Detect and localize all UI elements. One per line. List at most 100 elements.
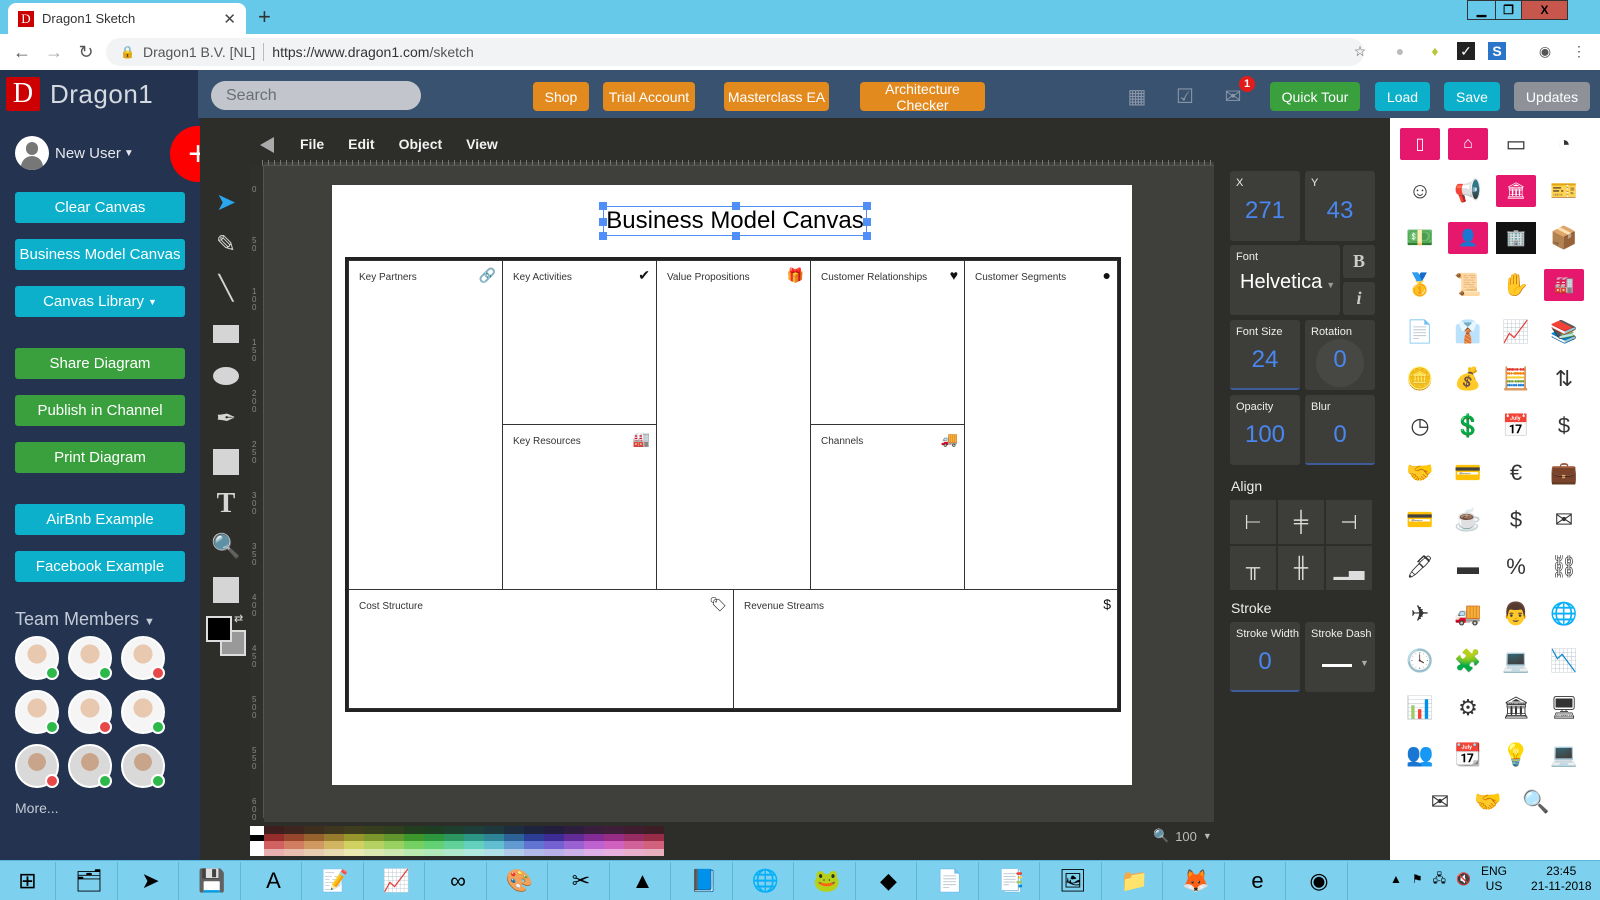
ellipse-icon[interactable] — [212, 362, 240, 390]
color-swatch[interactable] — [524, 841, 544, 849]
color-swatch[interactable] — [624, 848, 644, 856]
network-icon[interactable]: 🖧 — [1433, 869, 1446, 890]
monitor-icon[interactable]: 🖥 — [1544, 692, 1584, 724]
card-icon[interactable]: 💳 — [1448, 457, 1488, 489]
language-indicator[interactable]: ENG US — [1481, 864, 1507, 894]
pen-icon[interactable]: ✒ — [212, 404, 240, 432]
color-swatch[interactable] — [544, 841, 564, 849]
close-window-button[interactable]: X — [1521, 0, 1568, 20]
masterclass-ea-button[interactable]: Masterclass EA — [724, 82, 829, 111]
team-member-avatar[interactable] — [121, 636, 165, 680]
internet-explorer-icon[interactable]: e — [1230, 862, 1286, 900]
resize-handle[interactable] — [732, 232, 740, 240]
color-swatch[interactable] — [424, 848, 444, 856]
coffee-icon[interactable]: ☕ — [1448, 504, 1488, 536]
align-left-icon[interactable]: ⊢ — [1230, 500, 1276, 544]
color-swatch[interactable] — [284, 833, 304, 841]
text-icon[interactable]: T — [212, 488, 240, 519]
team-member-avatar[interactable] — [121, 690, 165, 734]
color-swatch[interactable] — [304, 833, 324, 841]
resize-handle[interactable] — [863, 218, 871, 226]
team-member-avatar[interactable] — [68, 636, 112, 680]
color-swatch[interactable] — [464, 826, 484, 834]
color-palette[interactable] — [250, 826, 666, 856]
clock[interactable]: 23:45 21-11-2018 — [1531, 864, 1592, 894]
color-swatch[interactable] — [284, 826, 304, 834]
no-color-swatch[interactable] — [250, 826, 264, 856]
color-swatch[interactable] — [504, 833, 524, 841]
color-swatch[interactable] — [584, 826, 604, 834]
virtualbox-icon[interactable]: ◆ — [861, 862, 917, 900]
notepad2-icon[interactable]: 📘 — [677, 862, 733, 900]
color-swatch[interactable] — [644, 848, 664, 856]
restore-button[interactable]: ❐ — [1495, 0, 1522, 20]
print-diagram-button[interactable]: Print Diagram — [15, 442, 185, 473]
shop-button[interactable]: Shop — [533, 82, 589, 111]
reload-icon[interactable]: ↻ — [70, 42, 102, 63]
firefox-icon[interactable]: 🦊 — [1169, 862, 1225, 900]
profile-icon[interactable]: ◉ — [1536, 42, 1554, 60]
bold-button[interactable]: B — [1343, 245, 1375, 278]
powershell-icon[interactable]: ➤ — [123, 862, 179, 900]
color-swatch[interactable] — [404, 848, 424, 856]
calendar-icon[interactable]: 📅 — [1496, 410, 1536, 442]
browser-menu-icon[interactable]: ⋮ — [1570, 42, 1588, 60]
visual-studio-icon[interactable]: ∞ — [431, 862, 487, 900]
trial-account-button[interactable]: Trial Account — [603, 82, 695, 111]
color-swatch[interactable] — [524, 848, 544, 856]
cell-key-resources[interactable]: Key Resources 🏭 — [502, 424, 657, 590]
team-icon[interactable]: 👥 — [1400, 739, 1440, 771]
facebook-example-button[interactable]: Facebook Example — [15, 551, 185, 582]
cell-customer-segments[interactable]: Customer Segments ● — [964, 260, 1118, 590]
color-swatch[interactable] — [464, 833, 484, 841]
color-swatch[interactable] — [484, 833, 504, 841]
color-swatch[interactable] — [484, 848, 504, 856]
font-size-field[interactable]: Font Size 24 — [1230, 320, 1300, 390]
menu-view[interactable]: View — [466, 136, 498, 152]
color-swatch[interactable] — [304, 841, 324, 849]
resize-handle[interactable] — [863, 202, 871, 210]
font-select[interactable]: Font Helvetica ▼ — [1230, 245, 1340, 315]
capitol-icon[interactable]: 🏛 — [1496, 175, 1536, 207]
laptop-icon[interactable]: 💻 — [1496, 645, 1536, 677]
clock-icon[interactable]: 🕓 — [1400, 645, 1440, 677]
search-input[interactable] — [211, 81, 421, 110]
color-swatch[interactable] — [384, 848, 404, 856]
color-swatch[interactable] — [544, 848, 564, 856]
network-icon[interactable]: 🌐 — [738, 862, 794, 900]
color-swatch[interactable] — [604, 826, 624, 834]
openoffice-icon[interactable]: 📑 — [984, 862, 1040, 900]
gears-icon[interactable]: ⚙ — [1448, 692, 1488, 724]
resize-handle[interactable] — [863, 232, 871, 240]
opacity-field[interactable]: Opacity 100 — [1230, 395, 1300, 465]
color-swatch[interactable] — [584, 848, 604, 856]
pie-chart-icon[interactable]: ◷ — [1400, 410, 1440, 442]
color-swatch[interactable] — [444, 841, 464, 849]
coins-icon[interactable]: 🪙 — [1400, 363, 1440, 395]
puzzle-icon[interactable]: 🧩 — [1448, 645, 1488, 677]
align-center-horizontal-icon[interactable]: ╪ — [1278, 500, 1324, 544]
dollar-bill-icon[interactable]: 💲 — [1448, 410, 1488, 442]
swap-colors-icon[interactable]: ⇄ — [234, 612, 243, 625]
cell-cost-structure[interactable]: Cost Structure 🏷 — [348, 589, 734, 709]
certificate-icon[interactable]: 📜 — [1448, 269, 1488, 301]
zoom-icon[interactable]: 🔍 — [211, 532, 241, 560]
percent-icon[interactable]: % — [1496, 551, 1536, 583]
color-swatch[interactable] — [344, 826, 364, 834]
dollar-icon[interactable]: $ — [1544, 410, 1584, 442]
color-swatch[interactable] — [424, 826, 444, 834]
color-swatch[interactable] — [404, 826, 424, 834]
wordpad-icon[interactable]: 📄 — [923, 862, 979, 900]
color-swatch[interactable] — [424, 841, 444, 849]
color-swatch[interactable] — [624, 841, 644, 849]
cell-channels[interactable]: Channels 🚚 — [810, 424, 965, 590]
color-swatch[interactable] — [304, 848, 324, 856]
color-swatch[interactable] — [464, 848, 484, 856]
close-tab-icon[interactable]: ✕ — [223, 10, 236, 28]
globe-icon[interactable]: 🌐 — [1544, 598, 1584, 630]
cell-key-activities[interactable]: Key Activities ✔ — [502, 260, 657, 425]
phone-icon[interactable]: ▯ — [1400, 128, 1440, 160]
shape-icon[interactable] — [212, 576, 240, 604]
color-swatch[interactable] — [264, 826, 284, 834]
binders-icon[interactable]: 📚 — [1544, 316, 1584, 348]
